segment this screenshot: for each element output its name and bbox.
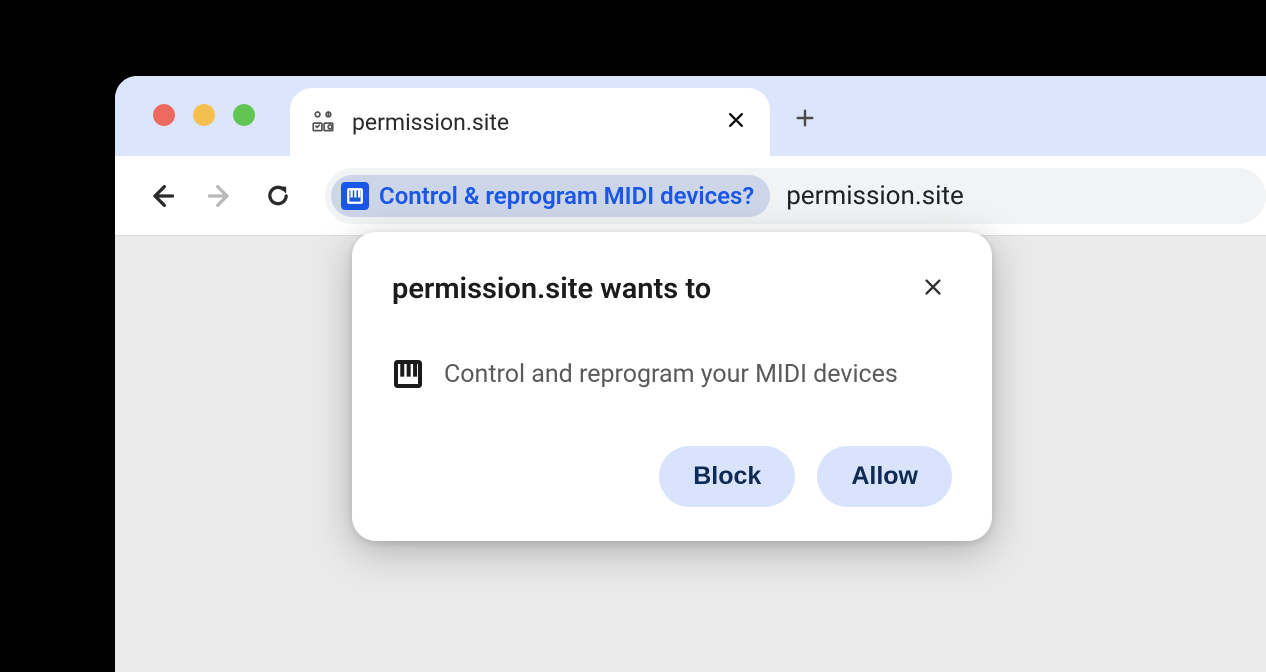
allow-button[interactable]: Allow [817, 446, 952, 507]
page-content: permission.site wants to Control and rep… [115, 236, 1266, 672]
permission-chip-label: Control & reprogram MIDI devices? [379, 182, 754, 210]
browser-tab[interactable]: permission.site [290, 88, 770, 156]
tab-favicon-icon [308, 107, 338, 137]
permission-item: Control and reprogram your MIDI devices [392, 358, 952, 390]
midi-icon [392, 358, 424, 390]
permission-description: Control and reprogram your MIDI devices [444, 360, 898, 389]
back-button[interactable] [137, 171, 187, 221]
midi-icon [341, 182, 369, 210]
tab-close-button[interactable] [720, 102, 752, 142]
reload-button[interactable] [253, 171, 303, 221]
dialog-close-button[interactable] [914, 272, 952, 306]
dialog-title: permission.site wants to [392, 272, 711, 306]
address-bar-url: permission.site [786, 181, 964, 211]
dialog-actions: Block Allow [392, 446, 952, 507]
toolbar: Control & reprogram MIDI devices? permis… [115, 156, 1266, 236]
forward-button[interactable] [195, 171, 245, 221]
browser-window: permission.site [115, 76, 1266, 672]
address-bar[interactable]: Control & reprogram MIDI devices? permis… [325, 168, 1266, 224]
new-tab-button[interactable] [785, 98, 825, 138]
tab-title: permission.site [352, 109, 720, 136]
tab-strip: permission.site [115, 76, 1266, 156]
block-button[interactable]: Block [659, 446, 795, 507]
window-minimize-button[interactable] [193, 104, 215, 126]
permission-dialog: permission.site wants to Control and rep… [352, 232, 992, 541]
window-zoom-button[interactable] [233, 104, 255, 126]
permission-chip[interactable]: Control & reprogram MIDI devices? [331, 175, 770, 217]
window-controls [153, 104, 255, 126]
window-close-button[interactable] [153, 104, 175, 126]
